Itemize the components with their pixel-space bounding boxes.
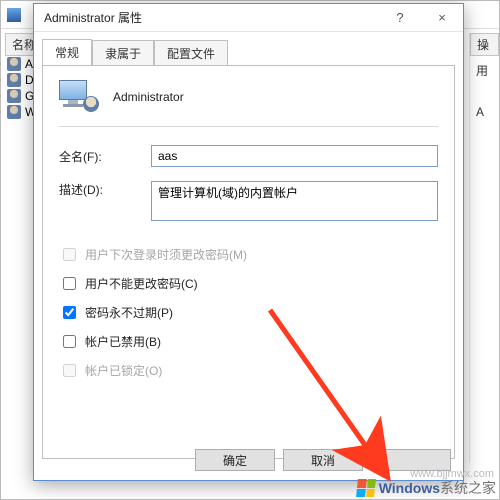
actions-subheader: 用 [470,56,499,85]
check-locked: 帐户已锁定(O) [59,361,438,380]
tab-panel-general: Administrator 全名(F): 描述(D): 用户下次登录时须更改密码… [42,65,455,459]
watermark-brand: Windows [379,480,440,496]
help-button[interactable]: ? [379,4,421,32]
tab-memberof[interactable]: 隶属于 [92,40,154,66]
user-icon [7,73,21,87]
fullname-label: 全名(F): [59,148,151,165]
description-label: 描述(D): [59,181,151,198]
dialog-button-bar: 确定 取消 [34,440,463,480]
windows-logo-icon [356,479,376,497]
checkbox [63,364,76,377]
cancel-button[interactable]: 取消 [283,449,363,471]
actions-item[interactable]: A [470,99,499,125]
tab-strip: 常规 隶属于 配置文件 [34,32,463,65]
check-disabled[interactable]: 帐户已禁用(B) [59,332,438,351]
check-label: 密码永不过期(P) [85,304,173,321]
check-label: 帐户已锁定(O) [85,362,162,379]
description-field: 描述(D): [59,181,438,221]
check-label: 用户不能更改密码(C) [85,275,198,292]
user-icon [7,57,21,71]
watermark-suffix: 系统之家 [440,480,496,496]
checkbox[interactable] [63,335,76,348]
button-label: 确定 [223,454,247,468]
user-icon [7,89,21,103]
help-icon: ? [396,10,403,25]
check-never-expire[interactable]: 密码永不过期(P) [59,303,438,322]
properties-dialog: Administrator 属性 ? × 常规 隶属于 配置文件 Adminis… [33,3,464,481]
close-icon: × [438,10,446,25]
actions-pane: 操 用 A [469,33,499,463]
computer-user-icon [59,80,99,114]
check-label: 用户下次登录时须更改密码(M) [85,246,247,263]
dialog-title: Administrator 属性 [34,9,379,26]
separator [59,126,438,127]
tab-profile[interactable]: 配置文件 [154,40,228,66]
description-input[interactable] [151,181,438,221]
check-label: 帐户已禁用(B) [85,333,161,350]
dialog-titlebar[interactable]: Administrator 属性 ? × [34,4,463,32]
watermark: Windows系统之家 [357,478,496,498]
ok-button[interactable]: 确定 [195,449,275,471]
check-cannot-change[interactable]: 用户不能更改密码(C) [59,274,438,293]
user-icon [7,105,21,119]
button-label: 取消 [311,454,335,468]
close-button[interactable]: × [421,4,463,32]
tab-label: 隶属于 [105,47,141,61]
tab-label: 常规 [55,46,79,60]
fullname-field: 全名(F): [59,145,438,167]
checkbox [63,248,76,261]
watermark-url: www.bjjmwx.com [410,468,494,480]
tab-label: 配置文件 [167,47,215,61]
account-name: Administrator [113,90,184,104]
checkbox[interactable] [63,306,76,319]
tab-general[interactable]: 常规 [42,39,92,66]
actions-header: 操 [470,33,499,56]
mmc-icon [7,8,21,22]
check-must-change: 用户下次登录时须更改密码(M) [59,245,438,264]
checkbox[interactable] [63,277,76,290]
fullname-input[interactable] [151,145,438,167]
account-header: Administrator [59,80,438,114]
